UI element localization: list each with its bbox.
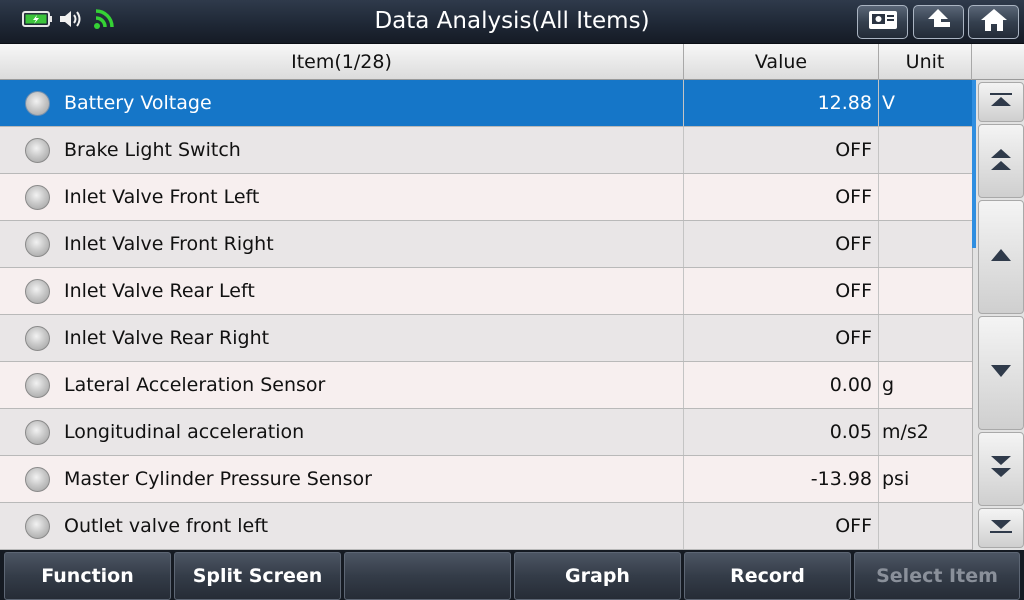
back-icon (924, 7, 954, 37)
item-name: Inlet Valve Front Right (0, 221, 684, 267)
line-up-button[interactable] (978, 200, 1024, 314)
table-row[interactable]: Master Cylinder Pressure Sensor -13.98 p… (0, 456, 972, 503)
item-value: OFF (684, 127, 879, 173)
item-name: Inlet Valve Front Left (0, 174, 684, 220)
table-row[interactable]: Outlet valve front left OFF (0, 503, 972, 550)
item-name: Master Cylinder Pressure Sensor (0, 456, 684, 502)
data-list: Battery Voltage 12.88 V Brake Light Swit… (0, 80, 972, 550)
item-value: OFF (684, 315, 879, 361)
item-name: Battery Voltage (0, 80, 684, 126)
table-row[interactable]: Brake Light Switch OFF (0, 127, 972, 174)
header-value: Value (684, 44, 879, 80)
header-unit: Unit (879, 44, 972, 80)
item-name: Brake Light Switch (0, 127, 684, 173)
item-value: 12.88 (684, 80, 879, 126)
graph-button[interactable]: Graph (514, 552, 681, 600)
header-item[interactable]: Item(1/28) (0, 44, 684, 80)
table-row[interactable]: Longitudinal acceleration 0.05 m/s2 (0, 409, 972, 456)
home-icon (979, 7, 1009, 37)
header-spacer (972, 44, 1024, 80)
item-unit: g (882, 374, 895, 396)
table-row[interactable]: Lateral Acceleration Sensor 0.00 g (0, 362, 972, 409)
empty-button[interactable] (344, 552, 511, 600)
item-unit (879, 503, 972, 549)
table-header: Item(1/28) Value Unit (0, 44, 1024, 80)
title-bar: Data Analysis(All Items) (0, 0, 1024, 44)
item-value: OFF (684, 221, 879, 267)
item-name: Inlet Valve Rear Right (0, 315, 684, 361)
table-row[interactable]: Battery Voltage 12.88 V (0, 80, 972, 127)
page-down-icon (989, 454, 1013, 484)
scroll-top-icon (988, 92, 1014, 112)
item-unit (879, 174, 972, 220)
item-unit: m/s2 (882, 421, 929, 443)
home-button[interactable] (968, 5, 1019, 39)
item-unit (879, 268, 972, 314)
split-screen-button[interactable]: Split Screen (174, 552, 341, 600)
line-down-icon (989, 363, 1013, 383)
item-value: OFF (684, 174, 879, 220)
page-up-icon (989, 146, 1013, 176)
record-button[interactable]: Record (684, 552, 851, 600)
back-button[interactable] (913, 5, 964, 39)
item-unit (879, 315, 972, 361)
scroll-top-button[interactable] (978, 82, 1024, 122)
scroll-bottom-icon (988, 518, 1014, 538)
item-name: Lateral Acceleration Sensor (0, 362, 684, 408)
item-unit: V (882, 92, 895, 114)
screenshot-icon (867, 8, 899, 36)
table-row[interactable]: Inlet Valve Rear Right OFF (0, 315, 972, 362)
item-name: Outlet valve front left (0, 503, 684, 549)
item-value: OFF (684, 268, 879, 314)
item-value: 0.05 (684, 409, 879, 455)
item-name: Longitudinal acceleration (0, 409, 684, 455)
scrollbar-thumb[interactable] (972, 80, 976, 248)
table-row[interactable]: Inlet Valve Rear Left OFF (0, 268, 972, 315)
select-item-button[interactable]: Select Item (854, 552, 1020, 600)
item-unit (879, 127, 972, 173)
page-down-button[interactable] (978, 432, 1024, 506)
page-up-button[interactable] (978, 124, 1024, 198)
item-value: OFF (684, 503, 879, 549)
line-up-icon (989, 247, 1013, 267)
scroll-bottom-button[interactable] (978, 508, 1024, 548)
item-value: -13.98 (684, 456, 879, 502)
item-unit (879, 221, 972, 267)
screenshot-button[interactable] (857, 5, 908, 39)
table-row[interactable]: Inlet Valve Front Right OFF (0, 221, 972, 268)
item-unit: psi (882, 468, 910, 490)
bottom-toolbar: Function Split Screen Graph Record Selec… (0, 550, 1024, 600)
item-value: 0.00 (684, 362, 879, 408)
function-button[interactable]: Function (4, 552, 171, 600)
table-row[interactable]: Inlet Valve Front Left OFF (0, 174, 972, 221)
item-name: Inlet Valve Rear Left (0, 268, 684, 314)
line-down-button[interactable] (978, 316, 1024, 430)
